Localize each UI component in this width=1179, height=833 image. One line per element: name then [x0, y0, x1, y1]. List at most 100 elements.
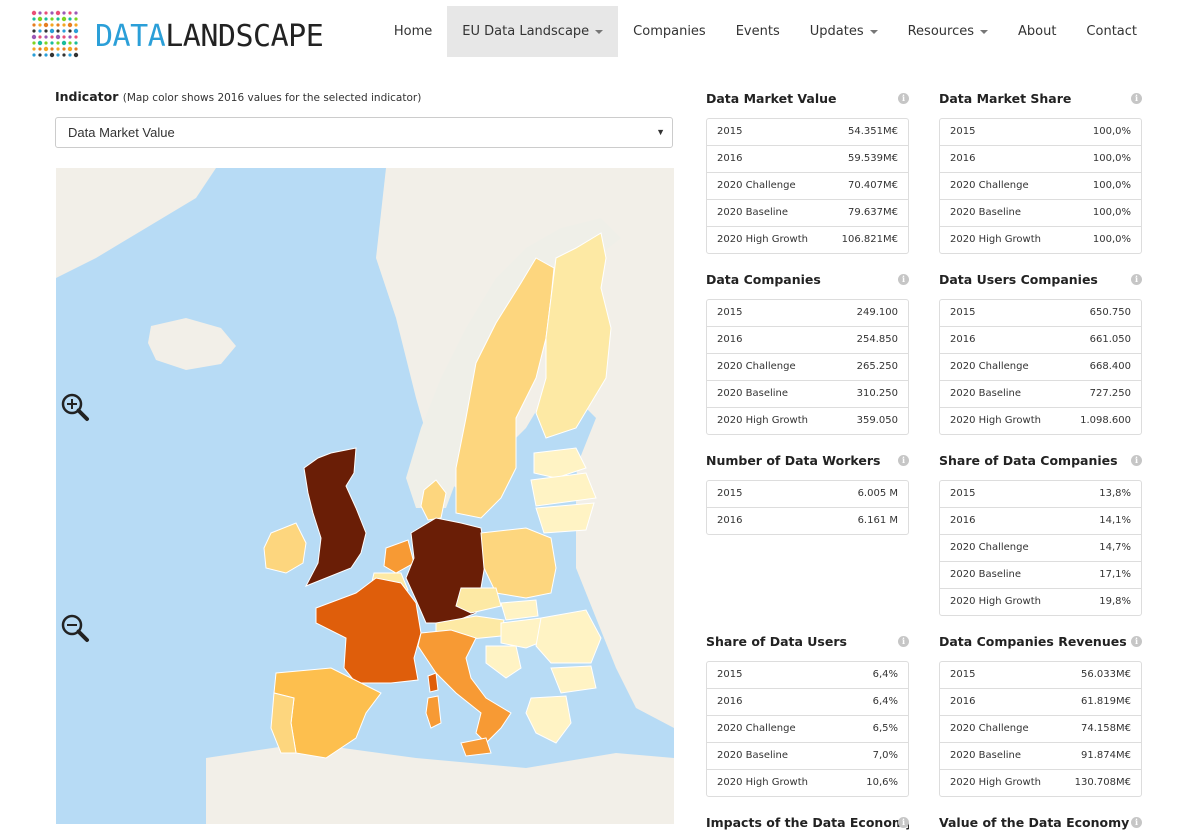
logo-dot [74, 11, 78, 15]
stat-panel: Data Companies i 2015 249.100 2016 254.850 202… [706, 270, 909, 435]
stat-panel: Number of Data Workers i 2015 6.005 M 2016 6.… [706, 451, 909, 535]
logo-dot [37, 40, 43, 46]
stat-row: 2020 High Growth 1.098.600 [940, 407, 1141, 434]
map-country-greece[interactable] [525, 695, 572, 744]
eu-choropleth-map[interactable] [56, 168, 674, 824]
map-country-romania[interactable] [535, 609, 602, 664]
logo-dot [44, 35, 48, 39]
stat-row-label: 2016 [717, 515, 743, 526]
stat-panel: Data Companies Revenues i 2015 56.033M€ 2016… [939, 632, 1142, 797]
info-icon[interactable]: i [1131, 93, 1142, 104]
logo-dot [50, 47, 54, 51]
logo-dot [31, 34, 37, 40]
zoom-out-icon[interactable] [60, 613, 90, 643]
map-country-croatia[interactable] [485, 645, 522, 679]
stat-row-value: 100,0% [1092, 126, 1131, 137]
stat-row: 2016 14,1% [940, 507, 1141, 534]
stat-row: 2020 Challenge 74.158M€ [940, 715, 1141, 742]
stat-row-label: 2015 [950, 307, 976, 318]
map-country-ireland[interactable] [263, 522, 307, 574]
logo-dot [38, 29, 42, 33]
nav-events[interactable]: Events [721, 6, 795, 57]
map-country-lithuania[interactable] [535, 502, 595, 534]
info-icon[interactable]: i [898, 455, 909, 466]
stat-panel: Data Users Companies i 2015 650.750 2016 661.… [939, 270, 1142, 435]
map-country-czechia[interactable] [455, 587, 502, 614]
logo-dot [32, 23, 36, 27]
map-country-slovakia[interactable] [500, 599, 539, 621]
stat-row-label: 2020 Challenge [950, 723, 1029, 734]
map-country-france[interactable] [315, 577, 422, 684]
stat-row: 2020 Baseline 310.250 [707, 380, 908, 407]
logo-dot [31, 10, 37, 16]
stat-row: 2016 661.050 [940, 326, 1141, 353]
stat-row: 2020 Baseline 7,0% [707, 742, 908, 769]
stat-row-label: 2015 [717, 488, 743, 499]
nav-contact[interactable]: Contact [1071, 6, 1152, 57]
logo-dot [49, 28, 55, 34]
stat-row-value: 13,8% [1099, 488, 1131, 499]
stat-row: 2016 59.539M€ [707, 145, 908, 172]
stat-row-label: 2016 [950, 334, 976, 345]
info-icon[interactable]: i [898, 274, 909, 285]
nav-resources[interactable]: Resources [893, 6, 1003, 57]
map-land-north-africa [206, 743, 674, 824]
stat-row-value: 6,4% [872, 669, 898, 680]
wordmark-landscape: LANDSCAPE [165, 19, 324, 54]
map-country-corsica[interactable] [427, 672, 439, 693]
nav-companies[interactable]: Companies [618, 6, 721, 57]
nav-eu-data-landscape[interactable]: EU Data Landscape [447, 6, 619, 57]
stat-table: 2015 650.750 2016 661.050 2020 Challenge 668.… [939, 299, 1142, 435]
stat-table: 2015 100,0% 2016 100,0% 2020 Challenge 100,0%… [939, 118, 1142, 254]
stat-row: 2020 High Growth 100,0% [940, 226, 1141, 253]
logo-dot [32, 47, 36, 51]
map-country-bulgaria[interactable] [550, 665, 597, 694]
stat-row-label: 2020 High Growth [717, 234, 808, 245]
nav-about[interactable]: About [1003, 6, 1071, 57]
nav-home[interactable]: Home [379, 6, 447, 57]
stat-row: 2020 High Growth 10,6% [707, 769, 908, 796]
stat-row-label: 2020 Challenge [950, 180, 1029, 191]
info-icon[interactable]: i [1131, 636, 1142, 647]
stat-row-value: 6.161 M [857, 515, 898, 526]
stat-row: 2016 254.850 [707, 326, 908, 353]
stat-row-label: 2016 [950, 153, 976, 164]
stat-panel-title: Share of Data Users [706, 634, 847, 649]
info-icon[interactable]: i [1131, 274, 1142, 285]
info-icon[interactable]: i [898, 817, 909, 828]
stat-table: 2015 13,8% 2016 14,1% 2020 Challenge 14,7% 202… [939, 480, 1142, 616]
stat-row-value: 59.539M€ [848, 153, 898, 164]
logo-dot [56, 41, 60, 45]
stat-row-value: 254.850 [856, 334, 898, 345]
logo-dot [56, 53, 60, 57]
zoom-in-icon[interactable] [60, 392, 90, 422]
logo-dot [50, 17, 54, 21]
map-country-sardinia[interactable] [425, 695, 442, 729]
stat-row-value: 7,0% [872, 750, 898, 761]
info-icon[interactable]: i [1131, 817, 1142, 828]
stat-row-value: 56.033M€ [1081, 669, 1131, 680]
stat-row-value: 14,1% [1099, 515, 1131, 526]
logo-dot [62, 47, 66, 51]
map-country-sicily[interactable] [460, 737, 492, 757]
stat-row-label: 2020 Baseline [717, 750, 789, 761]
stat-row-value: 100,0% [1092, 180, 1131, 191]
stat-row-label: 2020 Baseline [950, 388, 1022, 399]
stat-row-label: 2020 High Growth [950, 596, 1041, 607]
stat-row-value: 70.407M€ [848, 180, 898, 191]
logo-dot [50, 23, 54, 27]
info-icon[interactable]: i [1131, 455, 1142, 466]
chevron-down-icon [869, 29, 878, 34]
stat-row: 2020 Baseline 17,1% [940, 561, 1141, 588]
info-icon[interactable]: i [898, 636, 909, 647]
stat-row-value: 61.819M€ [1081, 696, 1131, 707]
stat-row: 2020 Baseline 79.637M€ [707, 199, 908, 226]
logo-dot [38, 23, 42, 27]
stat-row-value: 14,7% [1099, 542, 1131, 553]
indicator-select[interactable]: Data Market Value ▼ [55, 117, 673, 148]
info-icon[interactable]: i [898, 93, 909, 104]
stat-panel-title: Data Companies Revenues [939, 634, 1127, 649]
logo-dot [38, 47, 42, 51]
nav-updates[interactable]: Updates [795, 6, 893, 57]
map-country-united-kingdom[interactable] [303, 447, 367, 587]
